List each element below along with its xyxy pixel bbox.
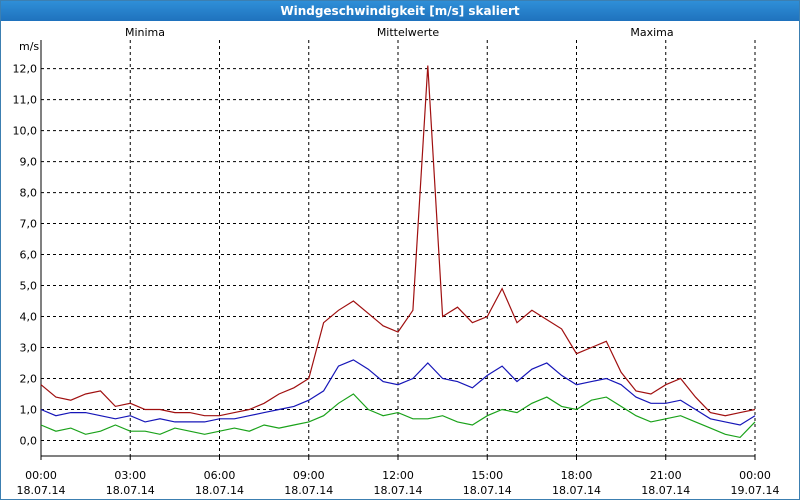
y-tick-label: 9,0 xyxy=(20,156,38,169)
x-tick-time: 00:00 xyxy=(739,469,771,482)
x-tick-date: 18.07.14 xyxy=(374,484,423,497)
x-tick-time: 06:00 xyxy=(204,469,236,482)
legend-mittelwerte: Mittelwerte xyxy=(377,26,440,39)
x-tick-time: 18:00 xyxy=(561,469,593,482)
y-tick-label: 2,0 xyxy=(20,373,38,386)
x-tick-time: 12:00 xyxy=(382,469,414,482)
x-tick-date: 18.07.14 xyxy=(106,484,155,497)
chart-labels: 0,0 1,0 2,0 3,0 4,0 5,0 6,0 7,0 8,0 9,0 10,0 11,0 12… xyxy=(13,26,780,497)
y-tick-label: 3,0 xyxy=(20,342,38,355)
y-tick-label: 7,0 xyxy=(20,218,38,231)
x-tick-time: 21:00 xyxy=(650,469,682,482)
x-tick-time: 09:00 xyxy=(293,469,325,482)
x-tick-date: 18.07.14 xyxy=(284,484,333,497)
x-tick-time: 15:00 xyxy=(471,469,503,482)
y-tick-label: 1,0 xyxy=(20,404,38,417)
y-tick-label: 0,0 xyxy=(20,435,38,448)
chart-canvas: 0,0 1,0 2,0 3,0 4,0 5,0 6,0 7,0 8,0 9,0 10,0 11,0 12… xyxy=(13,26,780,497)
y-tick-label: 8,0 xyxy=(20,187,38,200)
x-tick-date: 18.07.14 xyxy=(195,484,244,497)
series-line-mittelwerte xyxy=(40,359,756,426)
x-tick-time: 00:00 xyxy=(25,469,57,482)
y-tick-label: 6,0 xyxy=(20,249,38,262)
y-tick-label: 12,0 xyxy=(13,63,38,76)
x-tick-date: 18.07.14 xyxy=(463,484,512,497)
x-tick-date: 18.07.14 xyxy=(552,484,601,497)
y-tick-label: 4,0 xyxy=(20,311,38,324)
legend-minima: Minima xyxy=(125,26,165,39)
x-tick-date: 19.07.14 xyxy=(731,484,780,497)
x-tick-date: 18.07.14 xyxy=(641,484,690,497)
y-tick-label: 10,0 xyxy=(13,125,38,138)
x-tick-date: 18.07.14 xyxy=(17,484,66,497)
x-tick-time: 03:00 xyxy=(114,469,146,482)
legend-maxima: Maxima xyxy=(630,26,673,39)
y-tick-label: 5,0 xyxy=(20,280,38,293)
y-axis-label: m/s xyxy=(19,40,39,53)
y-tick-label: 11,0 xyxy=(13,94,38,107)
